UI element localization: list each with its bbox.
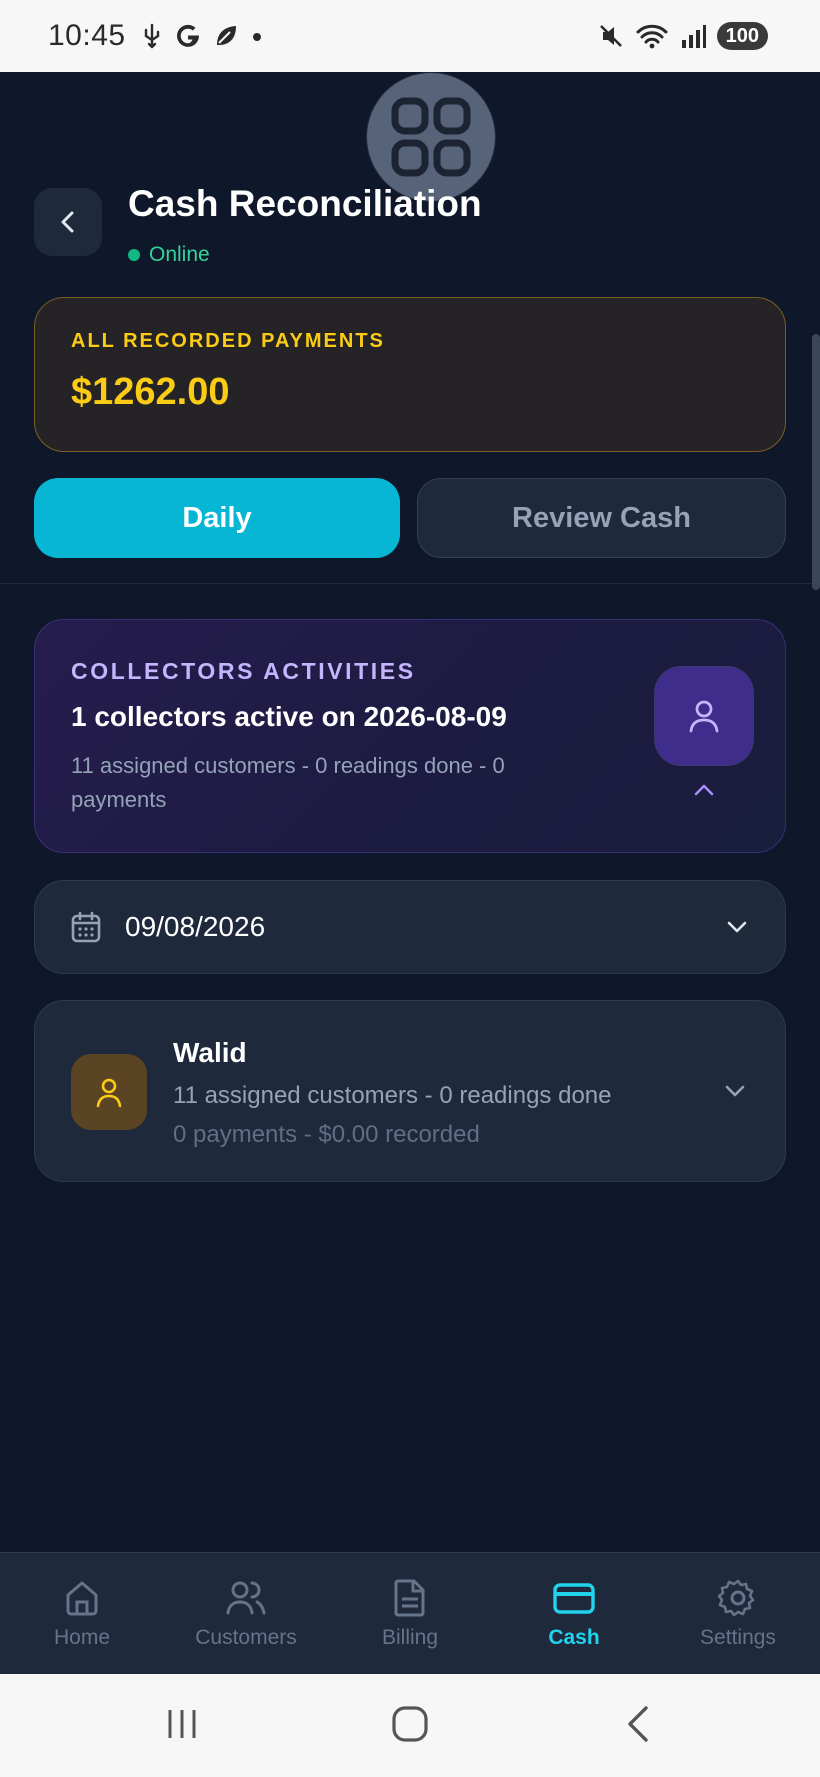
- wifi-icon: [636, 24, 668, 49]
- nav-customers-label: Customers: [195, 1626, 297, 1649]
- recent-apps-icon[interactable]: [162, 1704, 202, 1744]
- bottom-nav: Home Customers Billing Cash Settings: [0, 1552, 820, 1674]
- total-payments-label: ALL RECORDED PAYMENTS: [71, 330, 385, 352]
- leaf-icon: [216, 26, 236, 45]
- total-payments-card: ALL RECORDED PAYMENTS $1262.00: [34, 297, 786, 452]
- collectors-activities-title: 1 collectors active on 2026-08-09: [71, 701, 507, 732]
- calendar-icon: [71, 911, 101, 943]
- user-icon: [689, 700, 719, 733]
- home-icon: [66, 1581, 98, 1616]
- signal-icon: [681, 25, 706, 48]
- date-picker[interactable]: 09/08/2026: [34, 880, 786, 974]
- chevron-down-icon[interactable]: [723, 1083, 747, 1099]
- document-icon: [394, 1579, 425, 1617]
- nav-settings[interactable]: Settings: [656, 1553, 820, 1675]
- nav-home-label: Home: [53, 1626, 111, 1649]
- collector-payments: 0 payments - $0.00 recorded: [173, 1121, 480, 1148]
- collector-summary: 11 assigned customers - 0 readings done: [173, 1082, 612, 1109]
- divider: [0, 583, 820, 584]
- date-value: 09/08/2026: [125, 911, 266, 942]
- nav-billing-label: Billing: [381, 1626, 439, 1649]
- back-button[interactable]: [34, 188, 102, 256]
- collector-name: Walid: [173, 1037, 247, 1068]
- floating-menu-button[interactable]: [367, 73, 495, 201]
- collectors-activities-label: COLLECTORS ACTIVITIES: [71, 658, 416, 684]
- page-title: Cash Reconciliation: [128, 183, 482, 224]
- status-bar: 10:45 100: [0, 0, 820, 72]
- dot-icon: [252, 33, 261, 41]
- home-button-icon[interactable]: [390, 1704, 430, 1744]
- battery-icon: 100: [716, 22, 768, 50]
- tab-daily[interactable]: Daily: [34, 478, 400, 558]
- collectors-activities-description: 11 assigned customers - 0 readings done …: [71, 753, 505, 812]
- back-nav-icon[interactable]: [620, 1704, 660, 1744]
- usb-icon: [144, 23, 159, 49]
- collector-row[interactable]: Walid 11 assigned customers - 0 readings…: [34, 1000, 786, 1182]
- online-status: Online: [128, 243, 210, 267]
- users-icon: [226, 1581, 266, 1615]
- system-nav-bar: [0, 1674, 820, 1777]
- tab-review-cash[interactable]: Review Cash: [417, 478, 786, 558]
- user-icon: [96, 1078, 122, 1108]
- nav-billing[interactable]: Billing: [328, 1553, 492, 1675]
- card-icon: [553, 1583, 595, 1614]
- mute-icon: [599, 25, 622, 47]
- nav-cash[interactable]: Cash: [492, 1553, 656, 1675]
- online-label: Online: [149, 243, 210, 266]
- chevron-left-icon: [61, 211, 74, 233]
- online-indicator: [128, 249, 140, 261]
- collapse-toggle[interactable]: [691, 780, 717, 800]
- nav-settings-label: Settings: [700, 1626, 776, 1649]
- google-icon: [176, 24, 199, 47]
- collector-avatar: [71, 1054, 147, 1130]
- collectors-activities-card[interactable]: COLLECTORS ACTIVITIES 1 collectors activ…: [34, 619, 786, 853]
- grid-icon: [391, 97, 471, 177]
- nav-customers[interactable]: Customers: [164, 1553, 328, 1675]
- nav-cash-label: Cash: [548, 1626, 600, 1649]
- chevron-down-icon: [727, 921, 747, 933]
- nav-home[interactable]: Home: [0, 1553, 164, 1675]
- collectors-avatar: [655, 667, 753, 765]
- status-time: 10:45: [48, 19, 126, 52]
- chevron-up-icon: [694, 784, 714, 796]
- gear-icon: [718, 1579, 755, 1617]
- total-payments-value: $1262.00: [71, 371, 230, 413]
- scrollbar[interactable]: [812, 334, 820, 590]
